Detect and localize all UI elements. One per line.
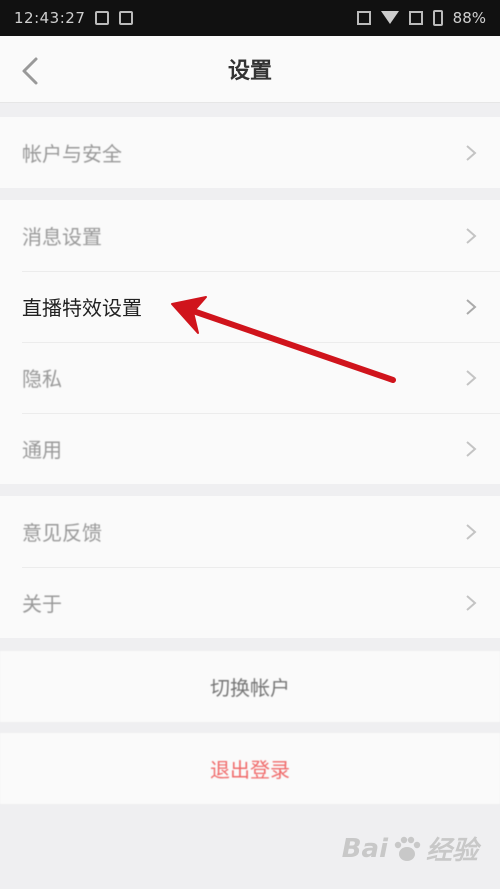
paw-logo-icon [394, 836, 421, 861]
settings-item-message-settings[interactable]: 消息设置 [0, 200, 500, 271]
chevron-right-icon [466, 440, 477, 457]
settings-group-info: 意见反馈 关于 [0, 496, 500, 638]
status-time: 12:43:27 [14, 9, 86, 27]
watermark-text-right: 经验 [425, 836, 478, 866]
settings-item-feedback[interactable]: 意见反馈 [0, 496, 500, 567]
status-icons: 88% [356, 9, 486, 27]
settings-group-main: 消息设置 直播特效设置 隐私 通用 [0, 200, 500, 484]
chevron-right-icon [466, 523, 477, 540]
chevron-right-icon [466, 594, 477, 611]
settings-item-privacy[interactable]: 隐私 [0, 342, 500, 413]
switch-account-button[interactable]: 切换帐户 [0, 651, 500, 722]
page-title: 设置 [227, 59, 272, 84]
settings-item-about[interactable]: 关于 [0, 567, 500, 638]
settings-item-account-security[interactable]: 帐户与安全 [0, 117, 500, 188]
status-bar: 12:43:27 88% [0, 0, 500, 36]
signal-icon [408, 11, 423, 25]
watermark-text-left: Bai [341, 833, 388, 864]
settings-item-label: 意见反馈 [22, 521, 102, 545]
chevron-right-icon [466, 227, 477, 244]
settings-item-label: 直播特效设置 [22, 296, 142, 320]
sim-icon [356, 11, 371, 25]
nav-bar: 设置 [0, 36, 500, 103]
battery-icon [432, 10, 443, 26]
wifi-icon [380, 11, 399, 25]
settings-item-live-effects[interactable]: 直播特效设置 [0, 271, 500, 342]
app-notification-icon [119, 11, 134, 25]
settings-group-account: 帐户与安全 [0, 117, 500, 188]
back-chevron-icon[interactable] [16, 56, 46, 86]
settings-item-label: 隐私 [22, 367, 62, 391]
image-notification-icon [95, 11, 110, 25]
chevron-right-icon [466, 298, 477, 315]
settings-item-label: 消息设置 [22, 225, 102, 249]
settings-item-general[interactable]: 通用 [0, 413, 500, 484]
battery-percent: 88% [452, 9, 486, 27]
settings-item-label: 关于 [22, 592, 62, 616]
baidu-jingyan-watermark: Bai 经验 [342, 830, 478, 867]
settings-item-label: 通用 [22, 438, 62, 462]
settings-item-label: 帐户与安全 [22, 142, 122, 166]
chevron-right-icon [466, 144, 477, 161]
logout-button[interactable]: 退出登录 [0, 733, 500, 804]
chevron-right-icon [466, 369, 477, 386]
